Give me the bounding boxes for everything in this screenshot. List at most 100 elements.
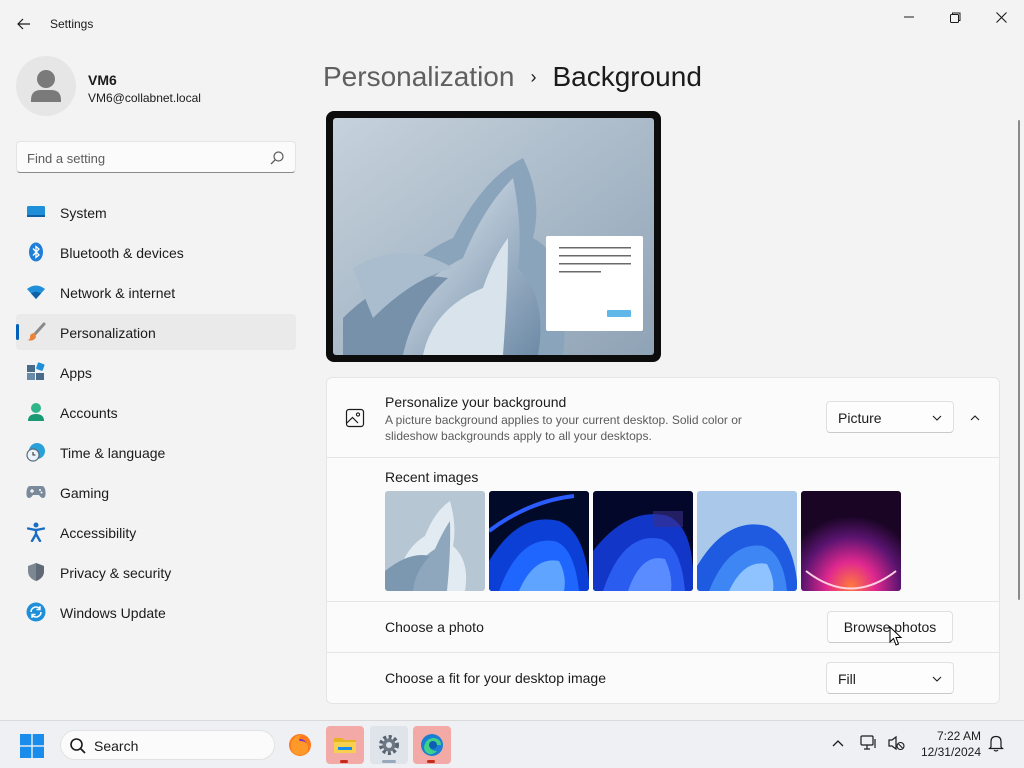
person-icon (31, 70, 61, 102)
running-indicator (340, 760, 348, 763)
running-indicator (382, 760, 396, 763)
sidebar-item-accessibility[interactable]: Accessibility (16, 514, 296, 550)
show-hidden-icons-button[interactable] (828, 733, 848, 753)
user-profile[interactable]: VM6 VM6@collabnet.local (16, 56, 296, 118)
sidebar-item-label: Bluetooth & devices (60, 245, 184, 261)
page-title: Background (552, 61, 702, 92)
recent-image-1[interactable] (385, 491, 485, 591)
gamepad-icon (26, 482, 46, 502)
restore-button[interactable] (932, 4, 978, 30)
sidebar-item-windows-update[interactable]: Windows Update (16, 594, 296, 630)
sidebar-item-label: System (60, 205, 107, 221)
accessibility-icon (26, 522, 46, 542)
chevron-down-icon (932, 676, 942, 682)
background-settings-card: Personalize your background A picture ba… (326, 377, 1000, 704)
preview-wallpaper (333, 118, 654, 355)
taskbar-file-explorer[interactable] (326, 726, 364, 764)
sidebar-item-label: Personalization (60, 325, 156, 341)
start-button[interactable] (20, 734, 44, 758)
picture-icon (345, 408, 365, 428)
network-monitor-icon (860, 735, 876, 750)
minimize-icon (904, 16, 914, 18)
close-button[interactable] (978, 4, 1024, 30)
taskbar: Search 7:22 AM 12/31/2024 (0, 720, 1024, 768)
taskbar-firefox[interactable] (281, 726, 319, 764)
apps-icon (26, 362, 46, 382)
sidebar-item-label: Windows Update (60, 605, 166, 621)
background-type-dropdown[interactable]: Picture (826, 401, 954, 433)
recent-image-2[interactable] (489, 491, 589, 591)
background-description: A picture background applies to your cur… (385, 413, 742, 443)
background-title: Personalize your background (385, 394, 567, 410)
recent-image-5[interactable] (801, 491, 901, 591)
update-icon (26, 602, 46, 622)
gear-icon (379, 735, 399, 755)
bell-icon (988, 735, 1004, 752)
personalize-background-row[interactable]: Personalize your background A picture ba… (327, 378, 999, 458)
clock-time: 7:22 AM (936, 729, 981, 743)
recent-images-label: Recent images (385, 469, 479, 485)
edge-icon (421, 734, 443, 756)
sidebar-item-accounts[interactable]: Accounts (16, 394, 296, 430)
taskbar-search-label: Search (94, 738, 139, 754)
recent-image-3[interactable] (593, 491, 693, 591)
sidebar-item-label: Accessibility (60, 525, 137, 541)
network-status[interactable] (859, 733, 879, 753)
notifications-button[interactable] (986, 733, 1006, 753)
avatar (16, 56, 76, 116)
chevron-right-icon: › (530, 66, 537, 87)
taskbar-search[interactable]: Search (60, 730, 275, 760)
breadcrumb-parent[interactable]: Personalization (323, 61, 514, 93)
search-icon (70, 738, 86, 754)
breadcrumb: Personalization › Background (323, 58, 702, 96)
chevron-up-icon (970, 415, 980, 421)
mouse-cursor-icon (889, 626, 903, 646)
sidebar-item-system[interactable]: System (16, 194, 296, 230)
chevron-down-icon (932, 415, 942, 421)
settings-search[interactable] (16, 141, 296, 173)
back-arrow-icon (17, 18, 30, 30)
sidebar-item-privacy[interactable]: Privacy & security (16, 554, 296, 590)
wifi-icon (26, 282, 46, 302)
fit-value: Fill (838, 671, 856, 687)
sidebar-item-bluetooth[interactable]: Bluetooth & devices (16, 234, 296, 270)
volume-status[interactable] (886, 733, 906, 753)
restore-icon (949, 12, 960, 23)
recent-image-4[interactable] (697, 491, 797, 591)
sidebar-item-network[interactable]: Network & internet (16, 274, 296, 310)
taskbar-settings[interactable] (370, 726, 408, 764)
firefox-icon (289, 734, 311, 756)
sidebar-item-gaming[interactable]: Gaming (16, 474, 296, 510)
fit-dropdown[interactable]: Fill (826, 662, 954, 694)
collapse-button[interactable] (965, 408, 985, 428)
clock-date: 12/31/2024 (920, 745, 981, 759)
recent-images-list (385, 491, 901, 591)
shield-icon (26, 562, 46, 582)
background-type-value: Picture (838, 410, 882, 426)
app-title: Settings (50, 17, 94, 31)
sidebar-nav: System Bluetooth & devices Network & int… (16, 194, 296, 634)
brush-icon (26, 322, 46, 342)
desktop-preview (326, 111, 661, 362)
sidebar-item-label: Time & language (60, 445, 166, 461)
clock-globe-icon (26, 442, 46, 462)
windows-logo-icon (20, 734, 44, 758)
taskbar-clock[interactable]: 7:22 AM 12/31/2024 (915, 728, 981, 760)
volume-muted-icon (888, 735, 905, 751)
sidebar-item-time-language[interactable]: Time & language (16, 434, 296, 470)
sidebar-item-apps[interactable]: Apps (16, 354, 296, 390)
sidebar-item-personalization[interactable]: Personalization (16, 314, 296, 350)
sidebar-item-label: Gaming (60, 485, 110, 501)
settings-search-input[interactable] (27, 149, 267, 167)
back-button[interactable] (12, 12, 36, 36)
running-indicator (427, 760, 435, 763)
fit-label: Choose a fit for your desktop image (385, 670, 607, 686)
folder-icon (334, 738, 356, 753)
scrollbar[interactable] (1018, 120, 1020, 600)
system-icon (26, 202, 46, 222)
fit-row: Choose a fit for your desktop image Fill (327, 653, 999, 703)
sidebar-item-label: Accounts (60, 405, 118, 421)
search-icon[interactable] (269, 150, 285, 166)
taskbar-edge[interactable] (413, 726, 451, 764)
minimize-button[interactable] (886, 4, 932, 30)
